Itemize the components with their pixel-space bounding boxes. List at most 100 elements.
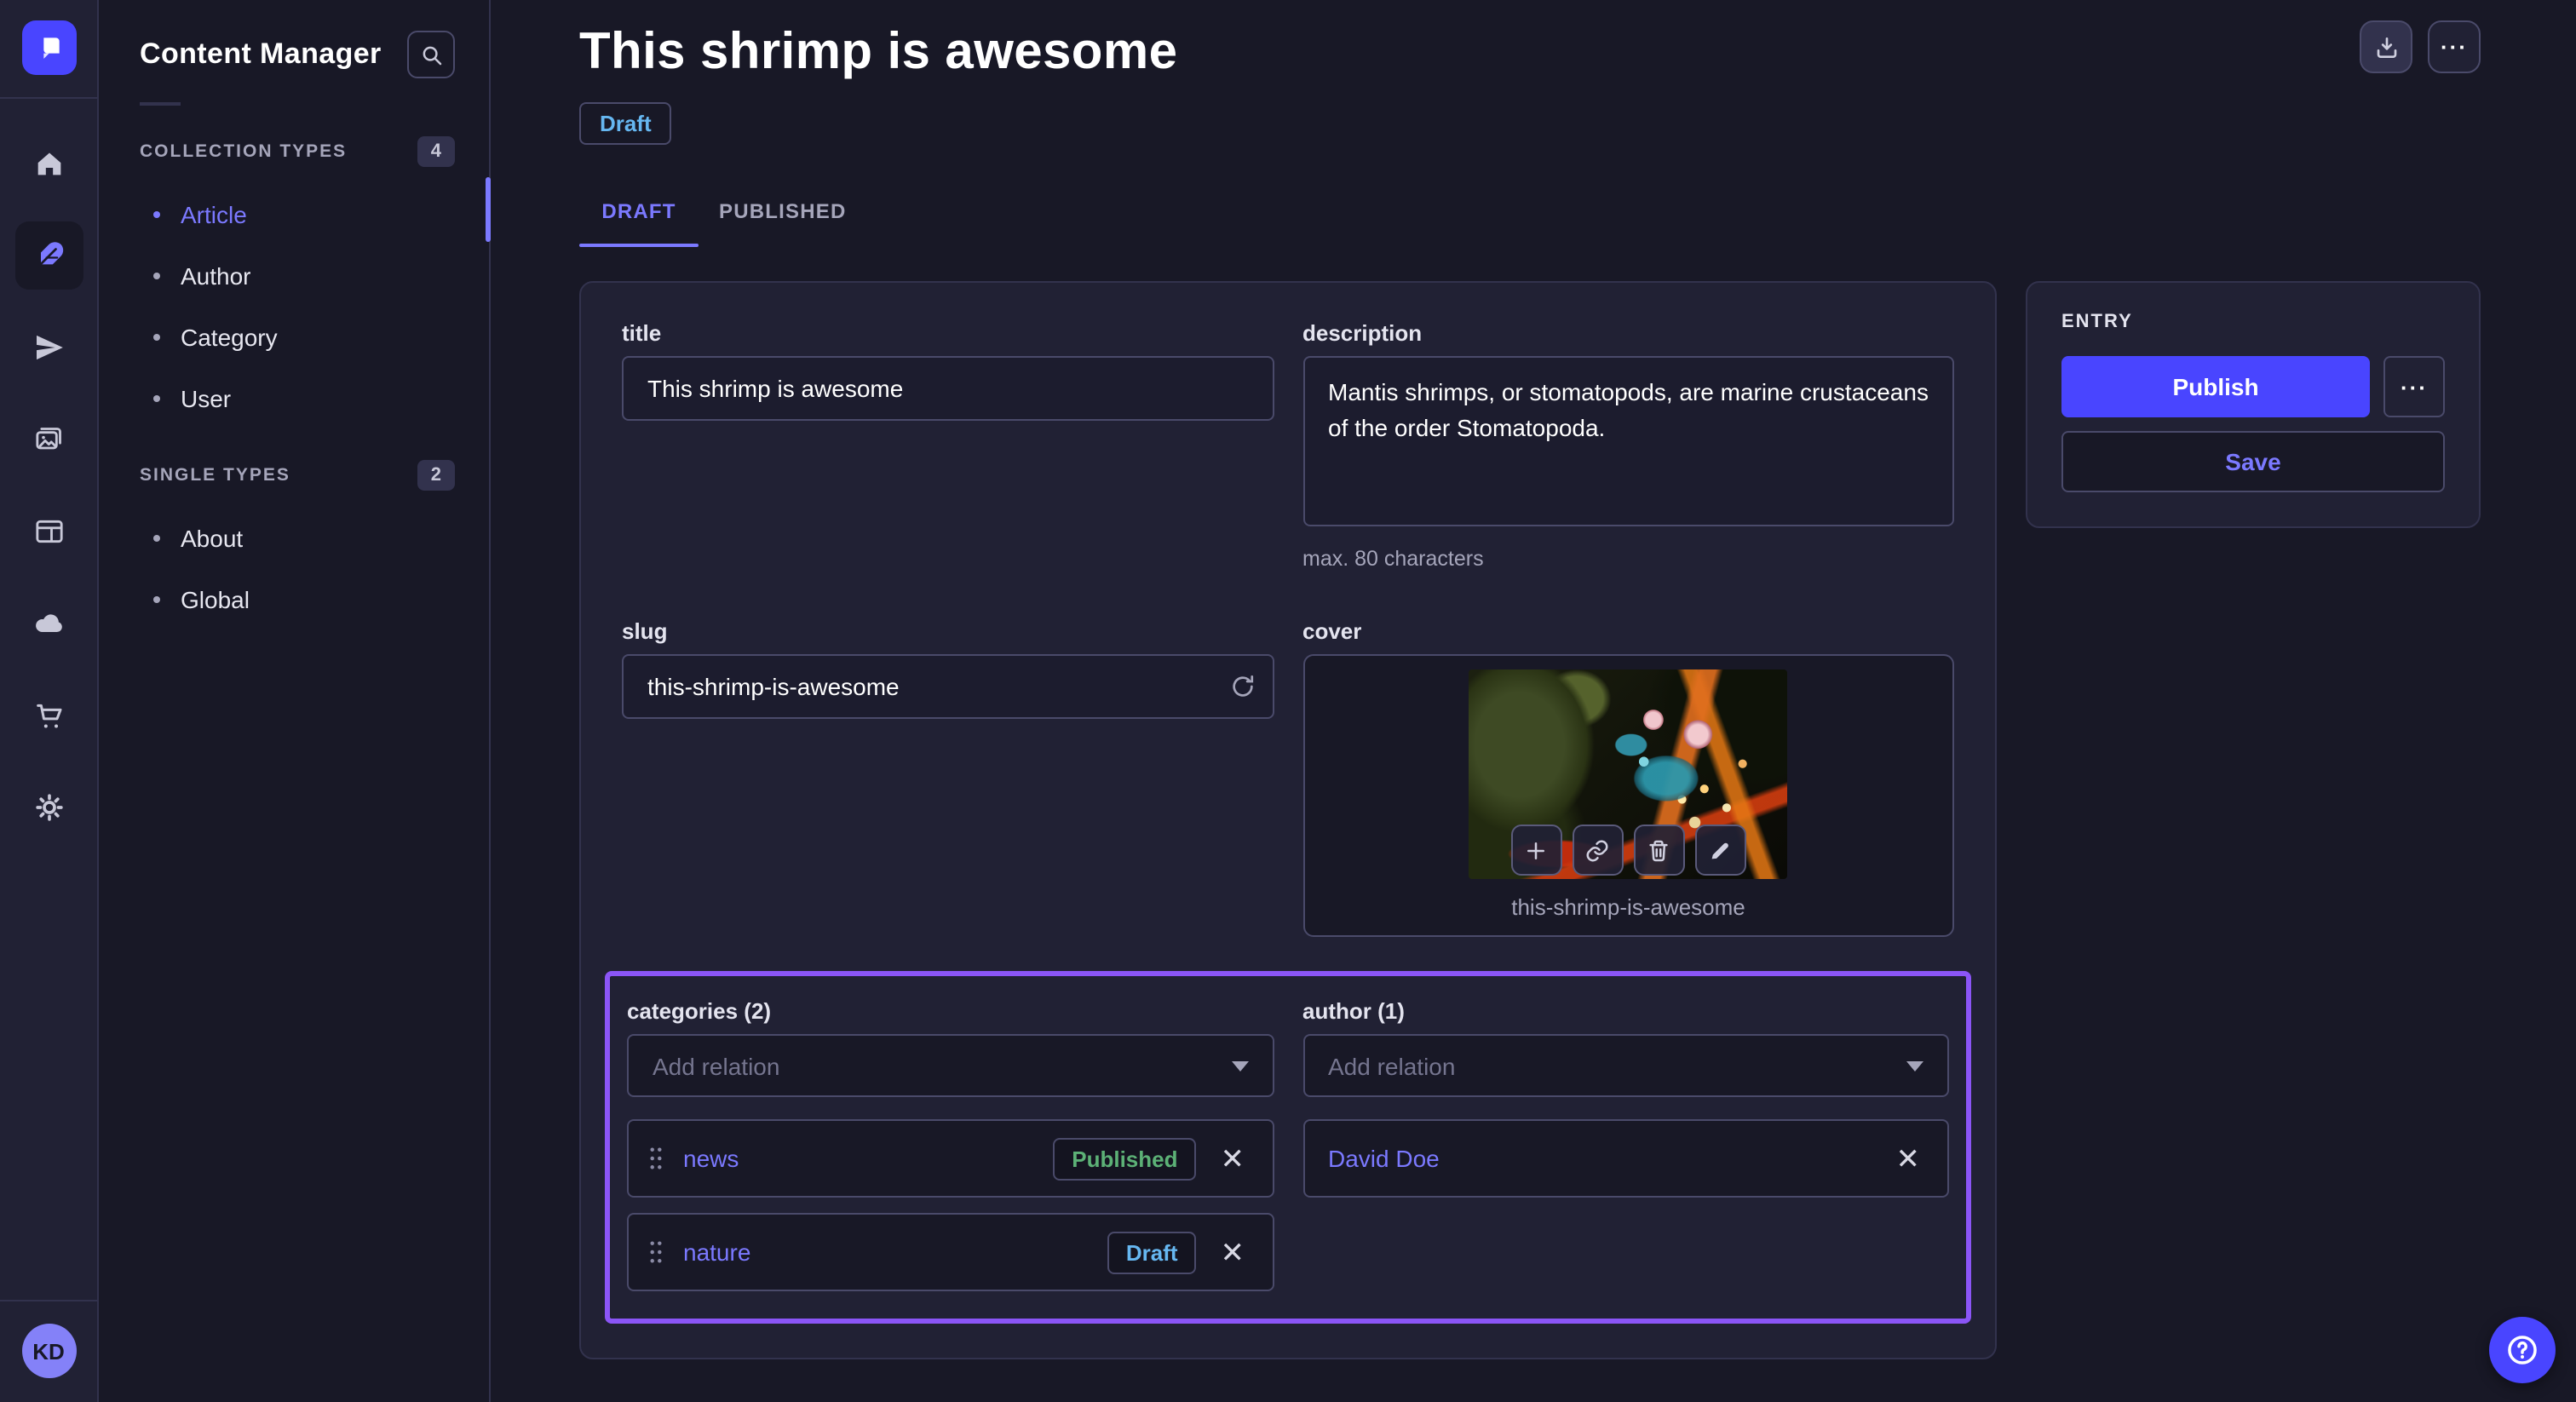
single-types-list: About Global	[126, 508, 462, 630]
entry-panel: ENTRY Publish ··· Save	[2026, 281, 2481, 528]
collection-types-list: Article Author Category User	[126, 184, 462, 429]
publish-button[interactable]: Publish	[2061, 356, 2370, 417]
feather-icon[interactable]	[14, 221, 83, 290]
link-icon	[1585, 837, 1611, 863]
drag-handle-icon[interactable]	[646, 1143, 666, 1174]
main-nav-rail: KD	[0, 0, 99, 1402]
header-actions: ···	[2360, 20, 2481, 73]
sidebar-item-label: Category	[181, 324, 278, 351]
relation-row-nature: nature Draft ✕	[627, 1213, 1274, 1291]
send-icon[interactable]	[14, 313, 83, 382]
layout-icon[interactable]	[14, 497, 83, 566]
images-icon[interactable]	[14, 405, 83, 474]
content-manager-sidebar: Content Manager COLLECTION TYPES 4 Artic…	[99, 0, 491, 1402]
logo-area	[0, 0, 97, 99]
plus-icon	[1524, 837, 1550, 863]
sidebar-item-label: User	[181, 385, 231, 412]
bullet-icon	[153, 596, 160, 603]
sidebar-item-global[interactable]: Global	[126, 569, 462, 630]
author-relation-list: David Doe ✕	[1302, 1119, 1949, 1198]
trash-icon	[1647, 837, 1672, 863]
field-title: title	[622, 320, 1274, 421]
title-label: title	[622, 320, 1274, 346]
remove-relation-button[interactable]: ✕	[1889, 1141, 1928, 1176]
status-badge: Draft	[579, 102, 672, 145]
pencil-icon	[1708, 837, 1734, 863]
sidebar-item-about[interactable]: About	[126, 508, 462, 569]
delete-asset-button[interactable]	[1634, 825, 1685, 876]
question-mark-icon	[2504, 1332, 2540, 1368]
sidebar-item-label: Global	[181, 586, 250, 613]
collection-types-count-badge: 4	[417, 136, 455, 167]
entry-more-button[interactable]: ···	[2383, 356, 2445, 417]
slug-input[interactable]	[622, 654, 1274, 719]
relation-link[interactable]: nature	[683, 1238, 750, 1266]
download-button[interactable]	[2360, 20, 2412, 73]
cover-toolbar	[1511, 825, 1746, 876]
relation-row-david-doe: David Doe ✕	[1302, 1119, 1949, 1198]
tab-draft[interactable]: DRAFT	[579, 189, 699, 247]
combobox-placeholder: Add relation	[653, 1052, 779, 1079]
slug-label: slug	[622, 618, 1274, 644]
help-button[interactable]	[2489, 1317, 2556, 1383]
categories-label: categories (2)	[627, 998, 1274, 1024]
combobox-placeholder: Add relation	[1328, 1052, 1455, 1079]
categories-add-relation-combobox[interactable]: Add relation	[627, 1034, 1274, 1097]
field-description: description Mantis shrimps, or stomatopo…	[1302, 320, 1954, 571]
edit-asset-button[interactable]	[1695, 825, 1746, 876]
search-button[interactable]	[407, 31, 455, 78]
rail-nav	[14, 129, 83, 842]
more-options-button[interactable]: ···	[2428, 20, 2481, 73]
app-window: KD Content Manager COLLECTION TYPES 4 Ar…	[0, 0, 2576, 1402]
regenerate-slug-button[interactable]	[1228, 672, 1256, 701]
main-content: This shrimp is awesome Draft ··· DRAFT P…	[491, 0, 2576, 1402]
cloud-icon[interactable]	[14, 589, 83, 658]
relations-section-highlighted: categories (2) Add relation news	[605, 971, 1971, 1324]
relation-status-badge: Published	[1053, 1137, 1196, 1180]
save-button[interactable]: Save	[2061, 431, 2445, 492]
relation-link[interactable]: news	[683, 1145, 739, 1172]
section-label-collection-types: COLLECTION TYPES	[140, 141, 347, 162]
author-add-relation-combobox[interactable]: Add relation	[1302, 1034, 1949, 1097]
remove-relation-button[interactable]: ✕	[1214, 1141, 1252, 1176]
sidebar-item-author[interactable]: Author	[126, 245, 462, 307]
sidebar-item-label: Article	[181, 201, 247, 228]
description-textarea[interactable]: Mantis shrimps, or stomatopods, are mari…	[1302, 356, 1954, 526]
chevron-down-icon	[1231, 1060, 1248, 1079]
bullet-icon	[153, 395, 160, 402]
field-cover: cover	[1302, 618, 1954, 937]
sidebar-item-article[interactable]: Article	[126, 184, 462, 245]
single-types-count-badge: 2	[417, 460, 455, 491]
bullet-icon	[153, 334, 160, 341]
home-icon[interactable]	[14, 129, 83, 198]
sidebar-item-category[interactable]: Category	[126, 307, 462, 368]
strapi-logo-icon	[32, 31, 66, 65]
ellipsis-icon: ···	[2401, 374, 2428, 399]
categories-relation-list: news Published ✕ nature	[627, 1119, 1274, 1291]
refresh-icon	[1228, 672, 1256, 701]
relation-status-badge: Draft	[1107, 1231, 1197, 1273]
tab-published[interactable]: PUBLISHED	[699, 189, 867, 247]
cart-icon[interactable]	[14, 681, 83, 750]
chevron-down-icon	[1906, 1060, 1923, 1079]
categories-field: categories (2) Add relation news	[627, 998, 1274, 1291]
ellipsis-icon: ···	[2441, 34, 2468, 60]
drag-handle-icon[interactable]	[646, 1237, 666, 1267]
avatar[interactable]: KD	[21, 1324, 76, 1378]
sidebar-item-user[interactable]: User	[126, 368, 462, 429]
relation-link[interactable]: David Doe	[1328, 1145, 1440, 1172]
strapi-logo[interactable]	[21, 20, 76, 75]
copy-link-button[interactable]	[1573, 825, 1624, 876]
bullet-icon	[153, 535, 160, 542]
section-label-single-types: SINGLE TYPES	[140, 465, 290, 486]
description-hint: max. 80 characters	[1302, 547, 1954, 571]
remove-relation-button[interactable]: ✕	[1214, 1234, 1252, 1270]
relation-row-news: news Published ✕	[627, 1119, 1274, 1198]
title-input[interactable]	[622, 356, 1274, 421]
download-icon	[2372, 33, 2400, 60]
version-tabs: DRAFT PUBLISHED	[579, 189, 2481, 247]
entry-panel-title: ENTRY	[2061, 312, 2445, 332]
gear-icon[interactable]	[14, 773, 83, 842]
bullet-icon	[153, 211, 160, 218]
add-asset-button[interactable]	[1511, 825, 1562, 876]
